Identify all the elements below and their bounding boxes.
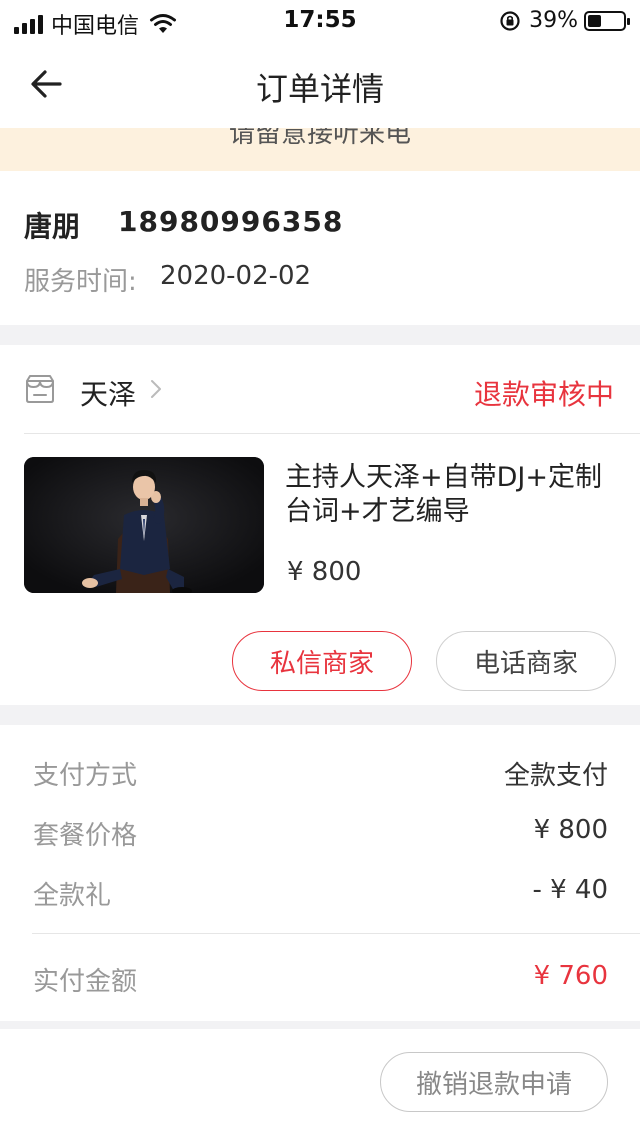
notice-text: 请留意接听来电 — [228, 128, 411, 149]
payment-method-value: 全款支付 — [503, 761, 608, 791]
full-payment-gift-value: - ¥ 40 — [532, 875, 608, 905]
notice-banner: 请留意接听来电 — [0, 128, 640, 171]
service-time-label: 服务时间: — [24, 267, 137, 297]
orientation-lock-icon — [500, 10, 520, 31]
payment-card: 支付方式 全款支付 套餐价格 ¥ 800 全款礼 - ¥ 40 实付金额 ¥ 7… — [0, 725, 640, 1021]
service-time-value: 2020-02-02 — [160, 261, 312, 291]
cancel-refund-button[interactable]: 撤销退款申请 — [380, 1052, 608, 1112]
nav-bar: 订单详情 — [0, 40, 640, 128]
message-merchant-button[interactable]: 私信商家 — [232, 631, 412, 691]
page-title: 订单详情 — [255, 70, 384, 108]
package-price-value: ¥ 800 — [533, 815, 608, 845]
order-card: 天泽 退款审核中 主持人天泽+自带DJ+定制台词+才艺编导 ¥ 800 私信商家… — [0, 345, 640, 705]
customer-card: 唐朋 18980996358 服务时间: 2020-02-02 — [0, 171, 640, 325]
full-payment-gift-label: 全款礼 — [33, 881, 112, 911]
package-title[interactable]: 主持人天泽+自带DJ+定制台词+才艺编导 — [285, 461, 615, 529]
call-merchant-button[interactable]: 电话商家 — [436, 631, 616, 691]
shop-name-link[interactable]: 天泽 — [80, 373, 136, 413]
chevron-right-icon[interactable] — [148, 377, 164, 401]
customer-name: 唐朋 — [24, 210, 81, 243]
footer-bar: 撤销退款申请 — [0, 1029, 640, 1136]
store-icon — [26, 375, 54, 403]
divider — [32, 933, 640, 934]
total-paid-label: 实付金额 — [33, 967, 138, 997]
divider — [24, 433, 640, 434]
total-paid-value: ¥ 760 — [533, 961, 608, 991]
package-thumbnail[interactable] — [24, 457, 264, 593]
package-price: ¥ 800 — [287, 557, 362, 587]
package-price-label: 套餐价格 — [33, 821, 138, 851]
status-right: 39% — [499, 8, 630, 33]
host-photo — [24, 457, 264, 593]
payment-method-label: 支付方式 — [33, 761, 138, 791]
battery-icon — [584, 10, 630, 31]
status-bar: 中国电信 17:55 39% — [0, 0, 640, 40]
order-status-badge: 退款审核中 — [473, 378, 614, 411]
battery-percent: 39% — [529, 8, 578, 33]
customer-phone: 18980996358 — [118, 205, 344, 238]
